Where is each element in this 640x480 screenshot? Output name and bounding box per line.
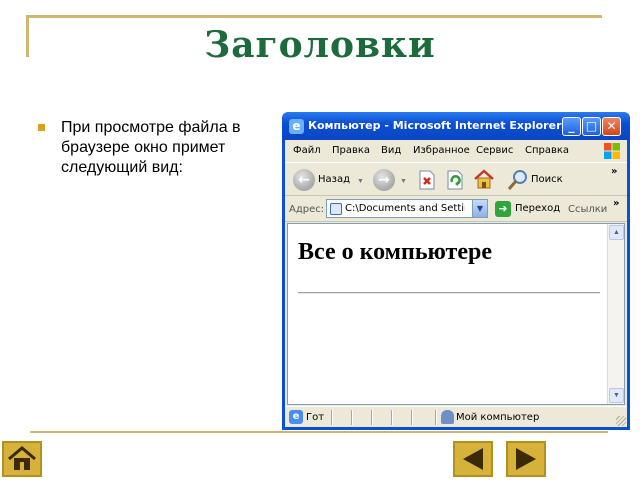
links-overflow-icon[interactable]: »: [613, 198, 619, 209]
status-separator: [391, 410, 393, 425]
toolbar-overflow-icon[interactable]: »: [611, 166, 617, 177]
stop-icon[interactable]: [417, 170, 437, 190]
scroll-up-icon[interactable]: ▲: [609, 225, 624, 240]
slide-frame-bottom: [30, 431, 608, 433]
menu-favorites[interactable]: Избранное: [413, 145, 470, 156]
forward-dropdown-icon[interactable]: ▼: [400, 178, 407, 185]
menu-tools[interactable]: Сервис: [476, 145, 513, 156]
page-heading: Все о компьютере: [298, 239, 492, 265]
status-separator: [435, 410, 437, 425]
forward-arrow-icon[interactable]: →: [373, 169, 395, 191]
next-nav-icon: [516, 448, 536, 470]
menu-bar: Файл Правка Вид Избранное Сервис Справка: [285, 140, 627, 162]
status-separator: [371, 410, 373, 425]
refresh-icon[interactable]: [445, 170, 465, 190]
search-button-label[interactable]: Поиск: [531, 174, 563, 185]
resize-grip-icon[interactable]: [616, 416, 626, 426]
maximize-button[interactable]: □: [582, 117, 601, 136]
status-separator: [351, 410, 353, 425]
minimize-button[interactable]: _: [562, 117, 581, 136]
links-label[interactable]: Ссылки: [568, 204, 607, 215]
toolbar: ← Назад ▼ → ▼ Поиск »: [285, 162, 627, 196]
address-bar: Адрес: C:\Documents and Settings\ ▼ ➜ Пе…: [285, 196, 627, 222]
status-text: Гот: [306, 412, 325, 423]
menu-edit[interactable]: Правка: [332, 145, 370, 156]
page-content: Все о компьютере ▲ ▼: [287, 223, 625, 405]
menu-view[interactable]: Вид: [381, 145, 401, 156]
windows-logo-icon: [604, 143, 620, 159]
menu-help[interactable]: Справка: [525, 145, 569, 156]
home-nav-button[interactable]: [2, 441, 42, 477]
bullet-text: При просмотре файла в браузере окно прим…: [61, 119, 241, 176]
prev-nav-icon: [463, 448, 483, 470]
status-separator: [411, 410, 413, 425]
address-label: Адрес:: [289, 204, 325, 215]
address-dropdown-icon[interactable]: ▼: [472, 200, 487, 217]
back-button-label[interactable]: Назад: [318, 174, 350, 185]
ie-window: e Компьютер - Microsoft Internet Explore…: [282, 112, 630, 430]
next-slide-button[interactable]: [506, 441, 546, 477]
back-dropdown-icon[interactable]: ▼: [357, 178, 364, 185]
go-button-label: Переход: [515, 203, 561, 214]
home-nav-icon: [8, 446, 36, 470]
go-button[interactable]: ➜ Переход: [495, 200, 565, 218]
scroll-down-icon[interactable]: ▼: [609, 388, 624, 403]
address-value[interactable]: C:\Documents and Settings\: [345, 203, 465, 214]
close-button[interactable]: ✕: [602, 117, 621, 136]
page-icon: [330, 203, 342, 215]
window-title: Компьютер - Microsoft Internet Explorer: [308, 119, 562, 132]
ie-status-icon: e: [289, 410, 303, 424]
zone-text: Мой компьютер: [456, 412, 540, 423]
back-arrow-icon[interactable]: ←: [293, 169, 315, 191]
slide-title: Заголовки: [204, 24, 436, 66]
address-input[interactable]: C:\Documents and Settings\ ▼: [326, 199, 488, 218]
menu-file[interactable]: Файл: [293, 145, 321, 156]
horizontal-rule: [298, 292, 600, 294]
home-icon[interactable]: [473, 168, 495, 190]
bullet-marker: [38, 124, 45, 131]
status-separator: [331, 410, 333, 425]
vertical-scrollbar[interactable]: ▲ ▼: [607, 224, 624, 404]
ie-body: Файл Правка Вид Избранное Сервис Справка…: [285, 140, 627, 427]
go-arrow-icon: ➜: [495, 201, 511, 217]
ie-title-bar[interactable]: e Компьютер - Microsoft Internet Explore…: [282, 112, 630, 140]
slide-frame-top: [26, 15, 602, 18]
search-icon[interactable]: [507, 169, 529, 191]
previous-slide-button[interactable]: [453, 441, 493, 477]
ie-icon: e: [289, 119, 304, 134]
computer-zone-icon: [441, 410, 454, 424]
status-bar: e Гот Мой компьютер: [285, 406, 627, 427]
